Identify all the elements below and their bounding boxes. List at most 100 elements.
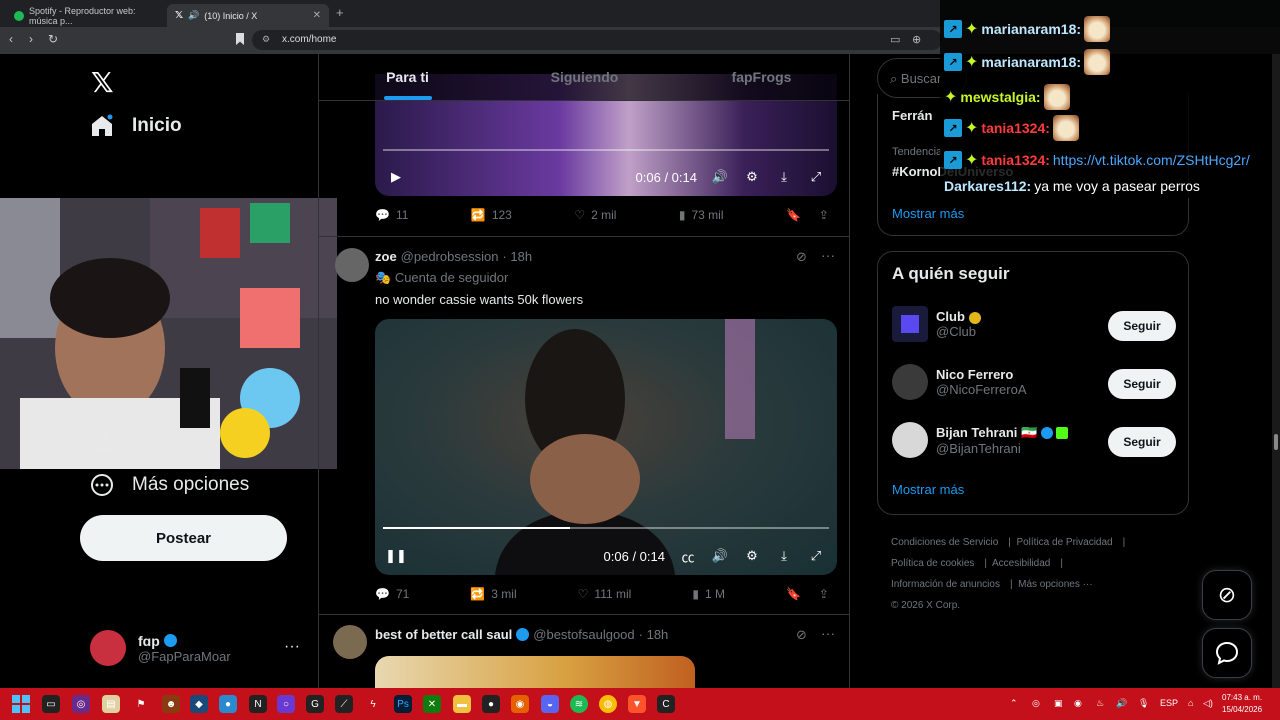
tab-fapfrogs[interactable]: fapFrogs [673,54,849,100]
nav-more-options[interactable]: Más opciones [90,473,249,497]
volume-icon[interactable]: 🔊 [1116,698,1127,709]
page-scrollbar[interactable] [1272,54,1280,688]
tweet3-media[interactable] [375,656,695,688]
steam-icon[interactable]: ♨ [1096,698,1104,709]
firefox-icon[interactable]: ◉ [511,695,529,713]
forward-icon[interactable]: › [29,32,33,46]
brave-icon[interactable]: ▼ [628,695,646,713]
bookmark-icon[interactable]: 🔖 [786,208,801,222]
show-more-link[interactable]: Mostrar más [892,482,964,497]
grok-button[interactable]: ⊘ [1202,570,1252,620]
like-button[interactable]: ♡ 111 mil [578,587,632,601]
captions-icon[interactable]: ㏄ [679,547,697,565]
video-progress[interactable] [383,149,829,151]
photoshop-icon[interactable]: Ps [394,695,412,713]
volume-icon[interactable]: 🔊 [711,547,729,565]
notion-icon[interactable]: N [249,695,267,713]
footer-accessibility[interactable]: Accesibilidad [992,558,1050,569]
pin-icon[interactable]: ⚑ [132,695,150,713]
footer-privacy[interactable]: Política de Privacidad [1016,537,1112,548]
footer-more[interactable]: Más opciones ··· [1018,579,1092,590]
tray-icon[interactable]: ◎ [1032,698,1040,709]
suggestion-club[interactable]: Club @Club Seguir [892,300,1176,348]
follow-button[interactable]: Seguir [1108,311,1176,341]
fullscreen-icon[interactable]: ⤢ [807,168,825,186]
game-icon[interactable]: ☻ [162,695,180,713]
reply-button[interactable]: 💬 11 [375,208,408,222]
zoom-icon[interactable]: ⊕ [912,33,921,46]
app-icon[interactable]: G [306,695,324,713]
suggestion-nico-ferrero[interactable]: Nico Ferrero @NicoFerreroA Seguir [892,358,1176,406]
footer-ads-info[interactable]: Información de anuncios [891,579,1000,590]
chat-link[interactable]: https://vt.tiktok.com/ZSHtHcg2r/ [1053,152,1250,168]
app-icon[interactable]: C [657,695,675,713]
trend-name[interactable]: Ferrán [892,108,932,123]
discord-icon[interactable]: ◒ [541,695,559,713]
fullscreen-icon[interactable]: ⤢ [807,547,825,565]
messages-button[interactable] [1202,628,1252,678]
avatar[interactable] [335,248,369,282]
footer-cookies[interactable]: Política de cookies [891,558,974,569]
tab-siguiendo[interactable]: Siguiendo [496,54,673,100]
more-icon[interactable]: ··· [821,625,835,641]
share-icon[interactable]: ⇪ [819,208,829,222]
close-tab-icon[interactable]: ✕ [313,10,321,21]
mic-icon[interactable]: 🎙 [1138,698,1149,709]
new-tab-button[interactable]: + [336,5,344,20]
taskview-icon[interactable]: ▭ [42,695,60,713]
tweet2-video[interactable]: ❚❚ 0:06 / 0:14 ㏄ 🔊 ⚙ ⤓ ⤢ [375,319,837,575]
url-field[interactable]: ⚙ x.com/home [252,30,942,50]
pip-icon[interactable]: ⤓ [775,168,793,186]
app-icon[interactable]: ⟋ [335,695,353,713]
tab-x-home[interactable]: 𝕏 🔊 (10) Inicio / X ✕ [167,4,329,27]
cast-icon[interactable]: ▭ [890,33,900,46]
app-icon[interactable]: ◎ [72,695,90,713]
reload-icon[interactable]: ↻ [48,32,58,46]
tray-icon[interactable]: ◉ [1074,698,1082,709]
views-button[interactable]: ▮ 73 mil [679,208,724,222]
play-icon[interactable]: ▶ [387,168,405,186]
repost-button[interactable]: 🔁 123 [471,208,512,222]
pip-icon[interactable]: ⤓ [775,547,793,565]
tab-para-ti[interactable]: Para ti [319,54,496,100]
windows-start-icon[interactable] [12,695,30,713]
account-more-icon[interactable]: ··· [284,638,300,656]
tab-spotify[interactable]: Spotify - Reproductor web: música p... [6,4,164,27]
github-icon[interactable]: ● [482,695,500,713]
bookmark-icon[interactable]: 🔖 [786,587,801,601]
nav-profile[interactable]: Perfil [90,428,175,452]
chevron-up-icon[interactable]: ⌃ [1010,698,1018,709]
app-icon[interactable]: ◆ [190,695,208,713]
share-icon[interactable]: ⇪ [819,587,829,601]
repost-button[interactable]: 🔁 3 mil [470,587,516,601]
bookmark-icon[interactable] [236,33,244,45]
speaker-icon[interactable]: ◁) [1203,698,1213,709]
post-button[interactable]: Postear [80,515,287,561]
follow-button[interactable]: Seguir [1108,369,1176,399]
author-name[interactable]: zoe [375,249,397,264]
language-indicator[interactable]: ESP [1160,698,1178,708]
nav-home[interactable]: Inicio [90,114,182,138]
back-icon[interactable]: ‹ [9,32,13,46]
globe-icon[interactable]: ● [219,695,237,713]
video-progress[interactable] [383,527,829,529]
footer-terms[interactable]: Condiciones de Servicio [891,537,998,548]
pause-icon[interactable]: ❚❚ [385,547,407,565]
follow-button[interactable]: Seguir [1108,427,1176,457]
author-handle[interactable]: @pedrobsession [401,249,499,264]
system-clock[interactable]: 07:43 a. m. 15/04/2026 [1222,692,1262,716]
grok-icon[interactable]: ⊘ [796,249,807,265]
views-button[interactable]: ▮ 1 M [692,587,725,601]
author-name[interactable]: best of better call saul [375,627,512,642]
x-logo-icon[interactable]: 𝕏 [91,66,114,99]
more-icon[interactable]: ··· [821,247,835,263]
spotify-icon[interactable]: ≋ [570,695,588,713]
tweet-time[interactable]: · 18h [502,249,532,264]
network-icon[interactable]: ⌂ [1188,698,1193,708]
folder-icon[interactable]: ▬ [453,695,471,713]
settings-icon[interactable]: ⚙ [743,168,761,186]
xbox-icon[interactable]: ✕ [423,695,441,713]
account-switcher[interactable]: fɑp @FapParaMoar ··· [90,630,300,666]
like-button[interactable]: ♡ 2 mil [574,208,616,222]
tweet-time[interactable]: · 18h [639,627,669,642]
